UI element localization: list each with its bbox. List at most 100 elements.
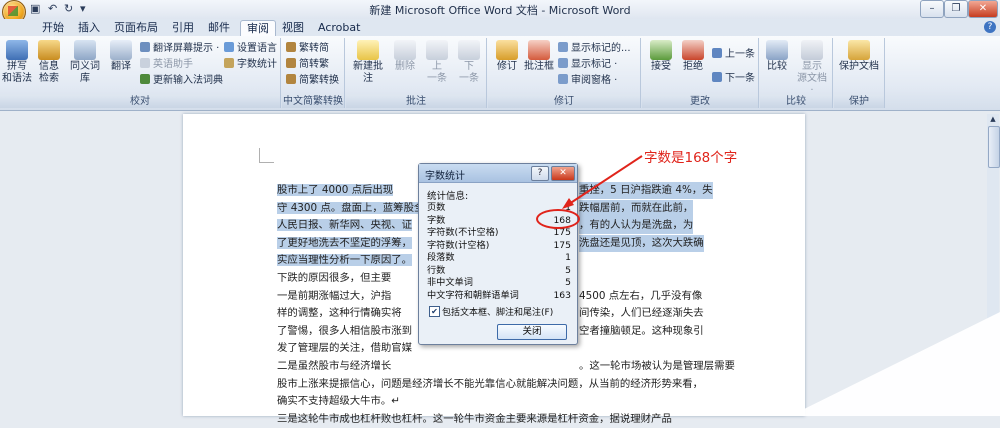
tab-home[interactable]: 开始: [36, 20, 70, 35]
word-count-label: 字数统计: [237, 59, 277, 70]
ribbon-tabs: 开始 插入 页面布局 引用 邮件 审阅 视图 Acrobat ?: [0, 19, 1000, 36]
spelling-grammar-button[interactable]: 拼写 和语法: [2, 40, 32, 85]
compare-button[interactable]: 比较: [762, 40, 792, 73]
line-text: 了更好地洗去不坚定的浮筹，: [277, 236, 413, 249]
next-comment-icon: [458, 40, 480, 60]
document-line[interactable]: 了更好地洗去不坚定的浮筹， 洗盘还是见顶，这次大跌确: [277, 234, 704, 252]
tab-page-layout[interactable]: 页面布局: [108, 20, 164, 35]
line-text: 二是虽然股市与经济增长: [277, 360, 392, 372]
dialog-title: 字数统计: [425, 171, 465, 182]
tab-mailings[interactable]: 邮件: [202, 20, 236, 35]
include-textboxes-label: 包括文本框、脚注和尾注(F): [442, 308, 554, 318]
next-comment-button[interactable]: 下 一条: [454, 40, 484, 85]
annotation-label: 字数是168个字: [644, 150, 738, 166]
stat-row: 字符数(不计空格) 175: [427, 227, 571, 238]
line-text-tail: 间传染，人们已经逐渐失去: [579, 307, 704, 320]
group-changes: 接受 拒绝 上一条 下一条 更改: [642, 38, 759, 108]
dialog-help-icon[interactable]: ?: [531, 166, 549, 181]
close-window-icon[interactable]: ✕: [968, 0, 998, 18]
dialog-section-label: 统计信息:: [427, 191, 469, 202]
accept-label: 接受: [651, 61, 671, 72]
group-protect: 保护文档 保护: [834, 38, 885, 108]
group-label-changes: 更改: [642, 95, 758, 108]
scroll-up-icon[interactable]: ▲: [987, 114, 999, 124]
line-text: 实应当理性分析一下原因了。: [277, 254, 413, 267]
dialog-title-bar[interactable]: 字数统计 ? ✕: [419, 164, 577, 183]
research-label: 信息 检索: [39, 61, 59, 84]
translate-button[interactable]: 翻译: [106, 40, 136, 73]
tab-acrobat[interactable]: Acrobat: [312, 20, 366, 35]
new-comment-button[interactable]: 新建批注: [350, 40, 386, 85]
accept-button[interactable]: 接受: [646, 40, 676, 73]
show-final-label: 显示标记的...: [571, 43, 631, 54]
document-line[interactable]: 股市上了 4000 点后出现 重挫，5 日沪指跌逾 4%，失: [277, 182, 713, 199]
line-text: 下跌的原因很多，但主要: [277, 272, 392, 284]
track-changes-label: 修订: [497, 61, 517, 72]
document-line[interactable]: 三是这轮牛市成也杠杆败也杠杆。这一轮牛市资金主要来源是杠杆资金，据说理财产品: [277, 411, 672, 428]
reject-label: 拒绝: [683, 61, 703, 72]
include-textboxes-checkbox[interactable]: ✔: [429, 306, 440, 317]
reviewing-pane-button[interactable]: 审阅窗格 ·: [558, 74, 617, 87]
delete-comment-label: 删除: [395, 61, 415, 72]
line-text-tail: 。这一轮市场被认为是管理层需要: [579, 360, 735, 372]
decorative-wedge: [790, 312, 1000, 416]
update-ime-button[interactable]: 更新输入法词典: [140, 74, 223, 87]
reviewing-pane-icon: [558, 74, 568, 84]
document-line[interactable]: 了警惕，很多人相信股市涨到 空者撞脑顿足。这种现象引: [277, 323, 704, 340]
document-line[interactable]: 人民日报、新华网、央视、证 ，有的人认为是洗盘，为: [277, 217, 694, 235]
word-count-button[interactable]: 字数统计: [224, 58, 277, 71]
word-count-dialog: 字数统计 ? ✕ 统计信息: 页数 1 字数 168 字符数(不计空格) 175 字符数(计…: [418, 163, 578, 345]
line-text-tail: 洗盘还是见顶，这次大跌确: [579, 234, 704, 252]
reject-button[interactable]: 拒绝: [678, 40, 708, 73]
document-line[interactable]: 实应当理性分析一下原因了。: [277, 252, 413, 269]
stat-value: 5: [565, 277, 571, 288]
show-markup-button[interactable]: 显示标记 ·: [558, 58, 617, 71]
tab-view[interactable]: 视图: [276, 20, 310, 35]
show-final-dropdown[interactable]: 显示标记的...: [558, 42, 631, 55]
set-language-button[interactable]: 设置语言: [224, 42, 277, 55]
convert-button[interactable]: 简繁转换: [286, 74, 339, 87]
previous-comment-label: 上 一条: [427, 61, 447, 84]
to-traditional-button[interactable]: 简转繁: [286, 58, 329, 71]
new-comment-icon: [357, 40, 379, 60]
research-button[interactable]: 信息 检索: [34, 40, 64, 85]
tab-review[interactable]: 审阅: [240, 20, 276, 36]
show-source-button[interactable]: 显示 源文档 ·: [794, 40, 830, 97]
balloons-button[interactable]: 批注框: [524, 40, 554, 73]
document-line[interactable]: 股市上涨来提振信心，问题是经济增长不能光靠信心就能解决问题，从当前的经济形势来看…: [277, 376, 703, 393]
document-line[interactable]: 发了管理层的关注，借助官媒: [277, 340, 412, 357]
delete-comment-button[interactable]: 删除: [390, 40, 420, 73]
document-line[interactable]: 样的调整，这种行情确实将 间传染，人们已经逐渐失去: [277, 305, 704, 322]
show-source-label: 显示 源文档 ·: [797, 61, 827, 96]
protect-document-button[interactable]: 保护文档: [838, 40, 880, 73]
group-label-tracking: 修订: [488, 95, 640, 108]
document-line[interactable]: 一是前期涨幅过大，沪指 4500 点左右，几乎没有像: [277, 288, 702, 305]
to-simplified-button[interactable]: 繁转简: [286, 42, 329, 55]
stat-value: 163: [553, 289, 571, 301]
stat-row: 中文字符和朝鲜语单词 163: [427, 290, 571, 301]
document-line[interactable]: 守 4300 点。盘面上，蓝筹股全 跌幅居前，而就在此前，: [277, 199, 694, 217]
document-line[interactable]: 二是虽然股市与经济增长 。这一轮市场被认为是管理层需要: [277, 358, 735, 375]
english-helper-button[interactable]: 英语助手: [140, 58, 193, 71]
thesaurus-label: 同义词库: [70, 61, 100, 84]
scroll-thumb[interactable]: [988, 126, 1000, 168]
tab-insert[interactable]: 插入: [72, 20, 106, 35]
previous-change-button[interactable]: 上一条: [712, 48, 755, 61]
restore-icon[interactable]: ❐: [944, 0, 968, 18]
margin-corner-mark: [259, 148, 274, 163]
previous-comment-button[interactable]: 上 一条: [422, 40, 452, 85]
help-icon[interactable]: ?: [984, 21, 996, 33]
dialog-close-button[interactable]: 关闭: [497, 324, 567, 340]
line-text: 股市上了 4000 点后出现: [277, 184, 394, 196]
translate-label: 翻译: [111, 61, 131, 72]
document-line[interactable]: 确实不支持超级大牛市。↵: [277, 393, 400, 410]
minimize-icon[interactable]: –: [920, 0, 944, 18]
translate-tip-button[interactable]: 翻译屏幕提示 ·: [140, 42, 219, 55]
tab-references[interactable]: 引用: [166, 20, 200, 35]
track-changes-button[interactable]: 修订: [492, 40, 522, 73]
document-line[interactable]: 下跌的原因很多，但主要: [277, 270, 391, 287]
next-change-button[interactable]: 下一条: [712, 72, 755, 85]
english-helper-icon: [140, 58, 150, 68]
stat-label: 字符数(计空格): [427, 239, 490, 251]
thesaurus-button[interactable]: 同义词库: [66, 40, 104, 85]
